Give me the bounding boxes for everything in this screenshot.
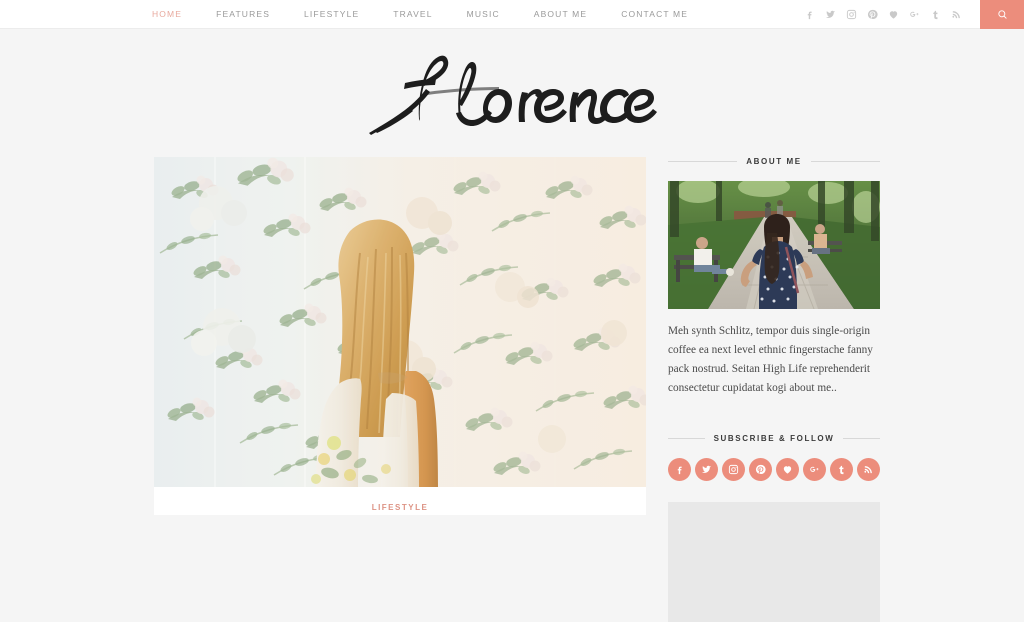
featured-post-card: LIFESTYLE	[154, 157, 646, 515]
page-body: LIFESTYLE ABOUT ME Meh synth Schlitz, te…	[0, 157, 1024, 622]
featured-post-photo	[154, 157, 646, 487]
facebook-icon[interactable]	[804, 8, 815, 21]
rss-icon[interactable]	[951, 8, 962, 21]
instagram-icon[interactable]	[722, 458, 745, 481]
google-plus-icon[interactable]	[803, 458, 826, 481]
post-category-link[interactable]: LIFESTYLE	[372, 503, 429, 512]
search-button[interactable]	[980, 0, 1024, 29]
bloglovin-heart-icon[interactable]	[888, 8, 899, 21]
title-rule-right	[810, 161, 880, 162]
sidebar-ad-placeholder	[668, 502, 880, 622]
sidebar: ABOUT ME Meh synth Schlitz, tempor duis …	[668, 157, 881, 622]
header-right-group	[804, 0, 1024, 29]
nav-item-travel[interactable]: TRAVEL	[393, 0, 449, 29]
pinterest-icon[interactable]	[749, 458, 772, 481]
tumblr-icon[interactable]	[930, 8, 941, 21]
nav-item-features[interactable]: FEATURES	[216, 0, 287, 29]
subscribe-title-row: SUBSCRIBE & FOLLOW	[668, 434, 881, 443]
google-plus-icon[interactable]	[909, 8, 920, 21]
bloglovin-heart-icon[interactable]	[776, 458, 799, 481]
rss-icon[interactable]	[857, 458, 880, 481]
main-navigation: HOME FEATURES LIFESTYLE TRAVEL MUSIC ABO…	[152, 0, 722, 28]
tumblr-icon[interactable]	[830, 458, 853, 481]
search-icon	[997, 9, 1007, 19]
about-me-title: ABOUT ME	[746, 157, 802, 166]
title-rule-left	[668, 438, 705, 439]
about-me-title-row: ABOUT ME	[668, 157, 880, 166]
header-social-links	[804, 8, 980, 21]
subscribe-title: SUBSCRIBE & FOLLOW	[713, 434, 835, 443]
featured-post-image[interactable]	[154, 157, 646, 487]
about-me-photo-image	[668, 181, 880, 309]
nav-item-about-me[interactable]: ABOUT ME	[534, 0, 604, 29]
main-content-column: LIFESTYLE	[154, 157, 646, 622]
instagram-icon[interactable]	[846, 8, 857, 21]
nav-item-home[interactable]: HOME	[152, 0, 199, 29]
title-rule-left	[668, 161, 738, 162]
facebook-icon[interactable]	[668, 458, 691, 481]
site-header: HOME FEATURES LIFESTYLE TRAVEL MUSIC ABO…	[0, 0, 1024, 29]
subscribe-social-links	[668, 458, 880, 481]
subscribe-follow-widget: SUBSCRIBE & FOLLOW	[668, 434, 881, 622]
twitter-icon[interactable]	[695, 458, 718, 481]
twitter-icon[interactable]	[825, 8, 836, 21]
nav-item-contact-me[interactable]: CONTACT ME	[621, 0, 705, 29]
site-logo[interactable]	[0, 29, 1024, 157]
logo-wordmark	[369, 55, 657, 135]
about-me-text: Meh synth Schlitz, tempor duis single-or…	[668, 325, 873, 394]
nav-item-lifestyle[interactable]: LIFESTYLE	[304, 0, 376, 29]
nav-item-music[interactable]: MUSIC	[467, 0, 517, 29]
title-rule-right	[843, 438, 881, 439]
featured-post-meta: LIFESTYLE	[154, 487, 646, 515]
pinterest-icon[interactable]	[867, 8, 878, 21]
about-me-photo	[668, 181, 880, 309]
about-me-widget: ABOUT ME Meh synth Schlitz, tempor duis …	[668, 157, 880, 398]
